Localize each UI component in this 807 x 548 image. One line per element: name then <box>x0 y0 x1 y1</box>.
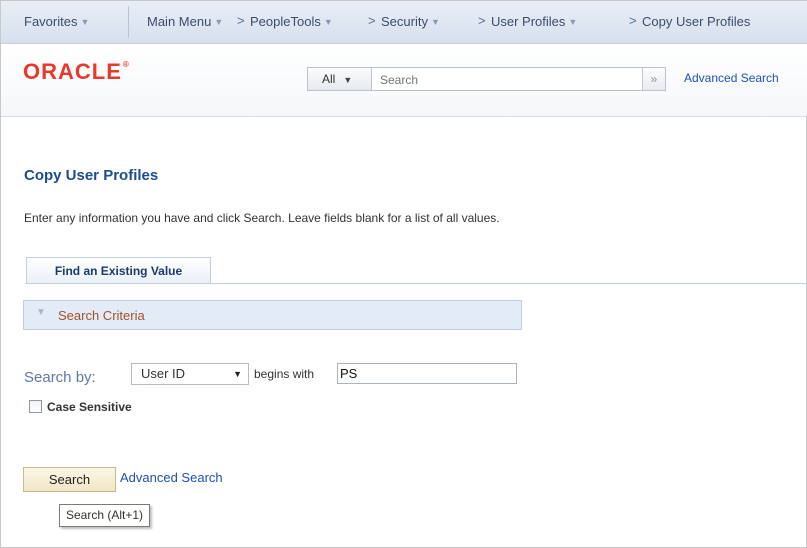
advanced-search-link[interactable]: Advanced Search <box>120 470 223 485</box>
breadcrumb-separator: > <box>237 13 245 28</box>
breadcrumb-separator: > <box>478 13 486 28</box>
header-advanced-search-link[interactable]: Advanced Search <box>684 71 779 85</box>
oracle-logo: ORACLE® <box>23 59 130 85</box>
breadcrumb-label: PeopleTools <box>250 14 321 29</box>
search-by-value: User ID <box>141 366 186 381</box>
search-tooltip: Search (Alt+1) <box>59 504 151 527</box>
breadcrumb-separator: > <box>368 13 376 28</box>
breadcrumb-security[interactable]: Security ▼ <box>381 14 440 29</box>
operator-label: begins with <box>254 367 315 381</box>
double-chevron-right-icon: » <box>650 72 658 86</box>
logo-text: ORACLE <box>23 59 122 84</box>
search-scope-select[interactable]: All ▼ <box>308 68 372 90</box>
main-menu-label: Main Menu <box>147 14 212 29</box>
global-search-input[interactable] <box>374 69 650 91</box>
top-nav-bar: Favorites ▼ Main Menu ▼ > PeopleTools ▼ > S… <box>1 1 807 44</box>
page-title: Copy User Profiles <box>24 167 159 184</box>
chevron-down-icon: ▼ <box>233 369 242 379</box>
main-menu[interactable]: Main Menu ▼ <box>147 14 223 29</box>
case-sensitive-checkbox[interactable] <box>29 400 42 413</box>
trademark-mark: ® <box>122 60 130 69</box>
breadcrumb-label: User Profiles <box>491 14 566 29</box>
global-search-box: All ▼ » <box>307 67 666 91</box>
breadcrumb-separator: > <box>629 13 637 28</box>
search-criteria-section[interactable]: ▼ Search Criteria <box>23 300 522 330</box>
search-by-label: Search by: <box>24 369 96 386</box>
chevron-down-icon: ▼ <box>80 17 90 27</box>
chevron-down-icon: ▼ <box>430 17 440 27</box>
favorites-label: Favorites <box>24 14 78 29</box>
search-scope-value: All <box>322 72 336 86</box>
chevron-down-icon: ▼ <box>343 75 353 85</box>
nav-divider <box>128 6 129 38</box>
tab-find-existing-value[interactable]: Find an Existing Value <box>26 257 211 283</box>
case-sensitive-label: Case Sensitive <box>47 400 132 414</box>
page-instructions: Enter any information you have and click… <box>24 211 500 225</box>
user-id-search-input[interactable] <box>337 363 517 384</box>
breadcrumb-peopletools[interactable]: PeopleTools ▼ <box>250 14 333 29</box>
breadcrumb-copy-user-profiles[interactable]: Copy User Profiles <box>642 14 750 29</box>
search-button[interactable]: Search <box>23 467 116 492</box>
search-by-select[interactable]: User ID ▼ <box>131 363 249 385</box>
search-criteria-label: Search Criteria <box>58 308 145 323</box>
breadcrumb-label: Copy User Profiles <box>642 14 751 29</box>
favorites-menu[interactable]: Favorites ▼ <box>24 14 89 29</box>
collapse-triangle-icon: ▼ <box>36 307 46 318</box>
breadcrumb-label: Security <box>381 14 428 29</box>
chevron-down-icon: ▼ <box>323 17 333 27</box>
breadcrumb-user-profiles[interactable]: User Profiles ▼ <box>491 14 577 29</box>
chevron-down-icon: ▼ <box>214 17 224 27</box>
tab-divider <box>25 283 807 284</box>
search-go-button[interactable]: » <box>642 68 665 90</box>
chevron-down-icon: ▼ <box>568 17 578 27</box>
